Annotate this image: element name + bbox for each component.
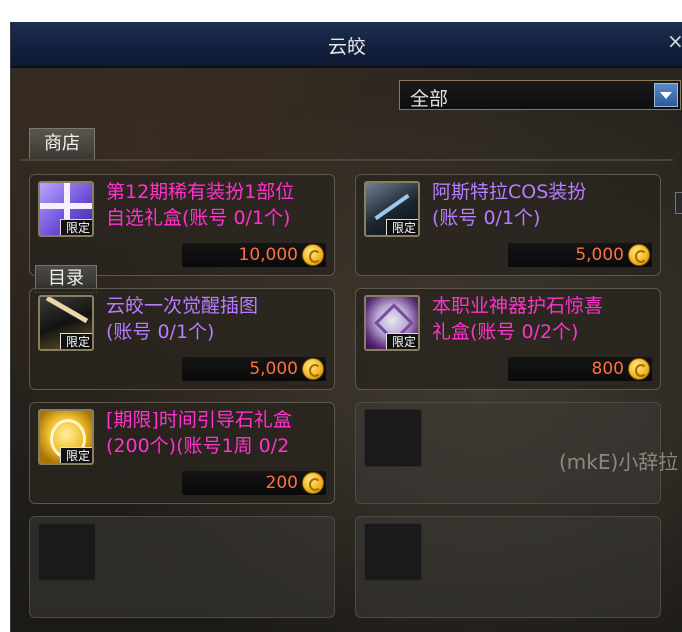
close-icon[interactable]: ×	[667, 30, 682, 52]
category-filter-dropdown[interactable]: 全部	[399, 80, 681, 110]
item-name: 阿斯特拉COS装扮 (账号 0/1个)	[432, 179, 654, 231]
tab-divider	[21, 159, 673, 161]
shop-item-card[interactable]: 限定 第12期稀有装扮1部位 自选礼盒(账号 0/1个) 10,000	[29, 174, 335, 276]
tab-shop[interactable]: 商店	[29, 128, 95, 160]
item-name: 云皎一次觉醒插图 (账号 0/1个)	[106, 293, 328, 345]
shop-item-card[interactable]: 限定 阿斯特拉COS装扮 (账号 0/1个) 5,000	[355, 174, 661, 276]
scrollbar-thumb[interactable]	[675, 192, 682, 214]
title-bar[interactable]: 云皎 ×	[11, 22, 682, 68]
filter-selected-value: 全部	[410, 88, 449, 110]
item-name-line: [期限]时间引导石礼盒	[106, 409, 292, 431]
shop-window: 云皎 × 全部 商店 限定 第12期稀有装扮1部位 自选礼盒(账号 0/1个) …	[10, 22, 682, 632]
item-name-line: 自选礼盒(账号 0/1个)	[106, 207, 291, 229]
shop-item-card[interactable]: 限定 本职业神器护石惊喜 礼盒(账号 0/2个) 800	[355, 288, 661, 390]
item-price: 800	[591, 359, 624, 379]
empty-item-slot	[29, 516, 335, 618]
limited-badge: 限定	[386, 219, 418, 235]
item-price: 200	[265, 473, 298, 493]
price-bar: 200	[182, 471, 326, 495]
item-price: 5,000	[249, 359, 298, 379]
shop-item-card[interactable]: 限定 云皎一次觉醒插图 (账号 0/1个) 5,000	[29, 288, 335, 390]
limited-badge: 限定	[60, 219, 92, 235]
window-title: 云皎	[327, 36, 366, 58]
item-name: 第12期稀有装扮1部位 自选礼盒(账号 0/1个)	[106, 179, 328, 231]
talisman-box-icon[interactable]: 限定	[364, 295, 420, 351]
shop-item-card[interactable]: 限定 [期限]时间引导石礼盒 (200个)(账号1周 0/2 200	[29, 402, 335, 504]
limited-badge: 限定	[60, 447, 92, 463]
gift-box-icon[interactable]: 限定	[38, 181, 94, 237]
item-name-line: 阿斯特拉COS装扮	[432, 181, 587, 203]
item-price: 5,000	[575, 245, 624, 265]
chevron-down-icon[interactable]	[654, 83, 678, 107]
illustration-icon[interactable]: 限定	[38, 295, 94, 351]
item-name-line: (200个)(账号1周 0/2	[106, 435, 290, 457]
item-name-line: (账号 0/1个)	[432, 207, 541, 229]
gold-coin-icon	[302, 358, 324, 380]
item-name-line: 礼盒(账号 0/2个)	[432, 321, 579, 343]
item-price: 10,000	[238, 245, 298, 265]
empty-icon-slot	[364, 523, 422, 581]
empty-icon-slot	[38, 523, 96, 581]
costume-icon[interactable]: 限定	[364, 181, 420, 237]
price-bar: 800	[508, 357, 652, 381]
price-bar: 10,000	[182, 243, 326, 267]
gold-coin-icon	[628, 244, 650, 266]
gold-coin-icon	[302, 472, 324, 494]
item-name: [期限]时间引导石礼盒 (200个)(账号1周 0/2	[106, 407, 328, 459]
empty-item-slot	[355, 516, 661, 618]
item-name-line: 第12期稀有装扮1部位	[106, 181, 295, 203]
gold-coin-icon	[302, 244, 324, 266]
price-bar: 5,000	[182, 357, 326, 381]
price-bar: 5,000	[508, 243, 652, 267]
item-name-line: 云皎一次觉醒插图	[106, 295, 259, 317]
item-name-line: (账号 0/1个)	[106, 321, 215, 343]
guide-stone-icon[interactable]: 限定	[38, 409, 94, 465]
gold-coin-icon	[628, 358, 650, 380]
limited-badge: 限定	[386, 333, 418, 349]
background-overlay-text: (mkΕ)小辞拉	[559, 450, 679, 474]
item-name-line: 本职业神器护石惊喜	[432, 295, 604, 317]
limited-badge: 限定	[60, 333, 92, 349]
empty-icon-slot	[364, 409, 422, 467]
item-name: 本职业神器护石惊喜 礼盒(账号 0/2个)	[432, 293, 654, 345]
